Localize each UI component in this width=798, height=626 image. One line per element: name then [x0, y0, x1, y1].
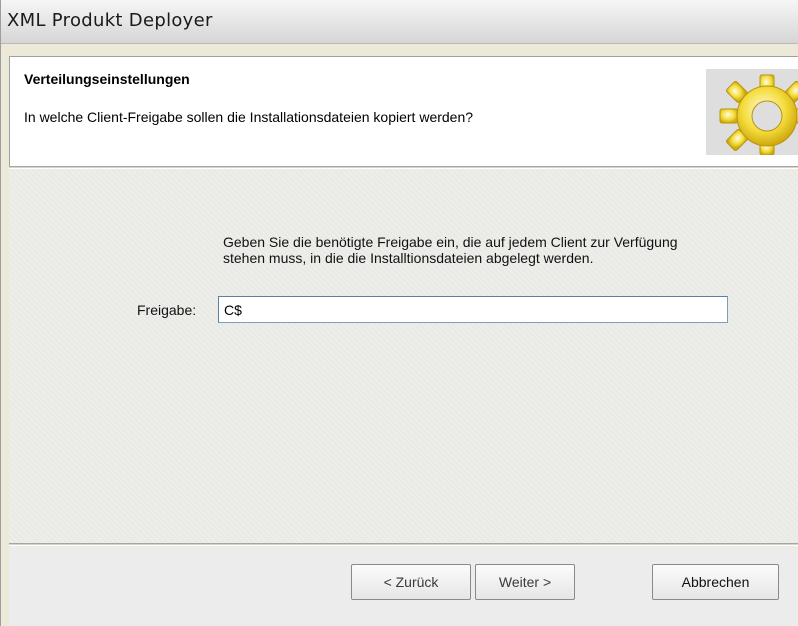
cancel-button[interactable]: Abbrechen — [652, 564, 779, 600]
page-title: Verteilungseinstellungen — [24, 71, 190, 87]
page-subtitle: In welche Client-Freigabe sollen die Ins… — [24, 109, 474, 125]
back-button[interactable]: < Zurück — [351, 564, 471, 600]
gear-icon — [706, 69, 798, 156]
wizard-content — [9, 169, 798, 543]
share-label: Freigabe: — [137, 302, 197, 318]
next-button[interactable]: Weiter > — [475, 564, 575, 600]
share-input[interactable] — [218, 296, 728, 323]
instruction-text: Geben Sie die benötigte Freigabe ein, di… — [223, 234, 678, 266]
wizard-header: Verteilungseinstellungen In welche Clien… — [9, 56, 798, 166]
window-title: XML Produkt Deployer — [7, 10, 213, 31]
title-bar[interactable]: XML Produkt Deployer — [1, 0, 798, 44]
wizard-window: XML Produkt Deployer Verteilungseinstell… — [0, 0, 798, 626]
